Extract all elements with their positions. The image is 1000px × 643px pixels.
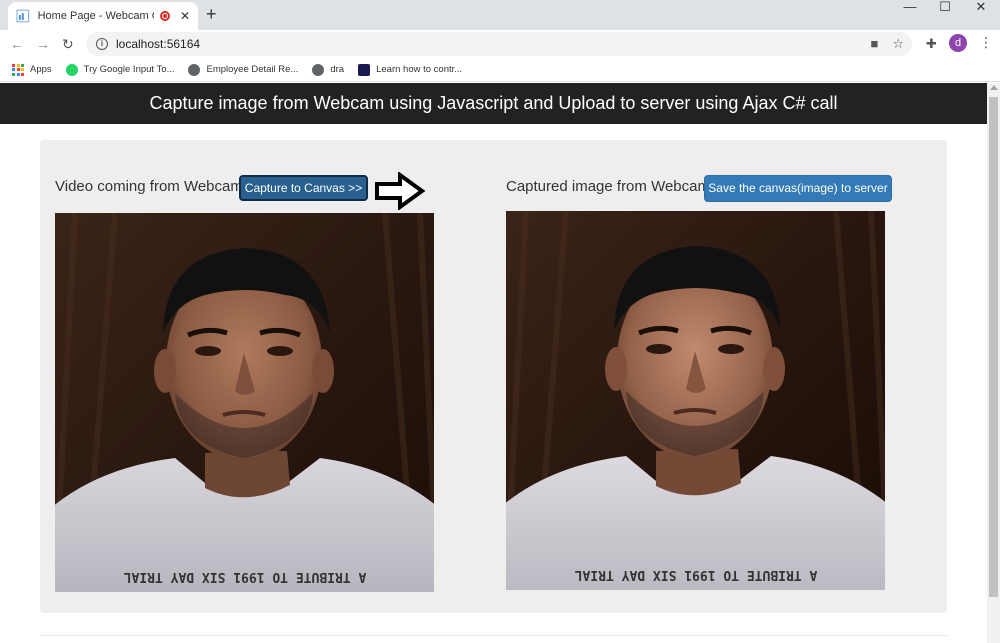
so-site-icon (358, 63, 371, 76)
scroll-thumb[interactable] (989, 97, 998, 597)
page-viewport: Capture image from Webcam using Javascri… (0, 83, 987, 643)
capture-to-canvas-button[interactable]: Capture to Canvas >> (239, 175, 368, 201)
bookmark-google-input[interactable]: Try Google Input To... (65, 63, 175, 76)
forward-icon[interactable]: → (36, 36, 50, 52)
whatsapp-icon (65, 63, 78, 76)
bookmark-apps[interactable]: Apps (12, 63, 52, 76)
bookmark-label: Try Google Input To... (83, 64, 175, 75)
bookmark-label: Apps (30, 64, 52, 75)
bookmarks-bar: Apps Try Google Input To... Employee Det… (0, 58, 1000, 82)
site-info-icon[interactable]: i (96, 38, 108, 50)
bookmark-label: dra (330, 64, 345, 75)
address-bar[interactable]: i localhost:56164 ■ ☆ (86, 32, 912, 56)
shirt-print: A TRIBUTE TO 1991 SIX DAY TRIAL (124, 569, 367, 584)
right-arrow-icon (375, 172, 426, 210)
globe-icon (188, 63, 201, 76)
browser-menu-icon[interactable]: ⋮ (979, 34, 993, 51)
tab-close-icon[interactable]: ✕ (180, 9, 190, 23)
apps-grid-icon (12, 63, 24, 76)
save-canvas-button[interactable]: Save the canvas(image) to server (704, 175, 892, 202)
close-window-icon[interactable]: ✕ (966, 0, 996, 14)
url-text[interactable]: localhost:56164 (116, 37, 200, 51)
profile-avatar[interactable]: d (949, 34, 967, 52)
bookmark-dra[interactable]: dra (312, 63, 345, 76)
page-favicon-icon (16, 9, 30, 23)
webcam-video: A TRIBUTE TO 1991 SIX DAY TRIAL (55, 213, 434, 592)
globe-icon (312, 63, 325, 76)
bookmark-star-icon[interactable]: ☆ (892, 36, 904, 52)
tab-title: Home Page - Webcam Captu (37, 10, 155, 22)
back-icon[interactable]: ← (10, 36, 24, 52)
webcam-panel: Video coming from Webcam Capture to Canv… (40, 140, 947, 613)
page-header: Capture image from Webcam using Javascri… (0, 83, 987, 124)
video-label: Video coming from Webcam (55, 178, 243, 195)
webcam-video-frame: A TRIBUTE TO 1991 SIX DAY TRIAL (55, 213, 434, 592)
maximize-icon[interactable]: ☐ (930, 0, 960, 14)
browser-toolbar: ← → ↻ i localhost:56164 ■ ☆ (0, 30, 1000, 58)
shirt-print: A TRIBUTE TO 1991 SIX DAY TRIAL (575, 567, 818, 582)
tab-strip: Home Page - Webcam Captu ✕ + — ☐ ✕ (0, 0, 1000, 30)
camera-in-use-icon[interactable]: ■ (870, 36, 878, 52)
bookmark-label: Employee Detail Re... (206, 64, 299, 75)
recording-indicator-icon (160, 11, 170, 21)
extensions-icon[interactable]: ✚ (926, 36, 937, 52)
minimize-icon[interactable]: — (895, 0, 925, 14)
footer-divider (40, 635, 947, 636)
new-tab-icon[interactable]: + (206, 5, 217, 23)
browser-tab[interactable]: Home Page - Webcam Captu ✕ (8, 2, 198, 30)
reload-icon[interactable]: ↻ (62, 36, 74, 53)
bookmark-learn-how[interactable]: Learn how to contr... (358, 63, 463, 76)
captured-label: Captured image from Webcam (506, 178, 710, 195)
bookmark-employee-detail[interactable]: Employee Detail Re... (188, 63, 299, 76)
captured-canvas: A TRIBUTE TO 1991 SIX DAY TRIAL (506, 211, 885, 590)
captured-canvas-image: A TRIBUTE TO 1991 SIX DAY TRIAL (506, 211, 885, 590)
scroll-up-arrow-icon[interactable] (990, 85, 998, 90)
page-scrollbar[interactable] (987, 83, 1000, 643)
bookmark-label: Learn how to contr... (376, 64, 463, 75)
